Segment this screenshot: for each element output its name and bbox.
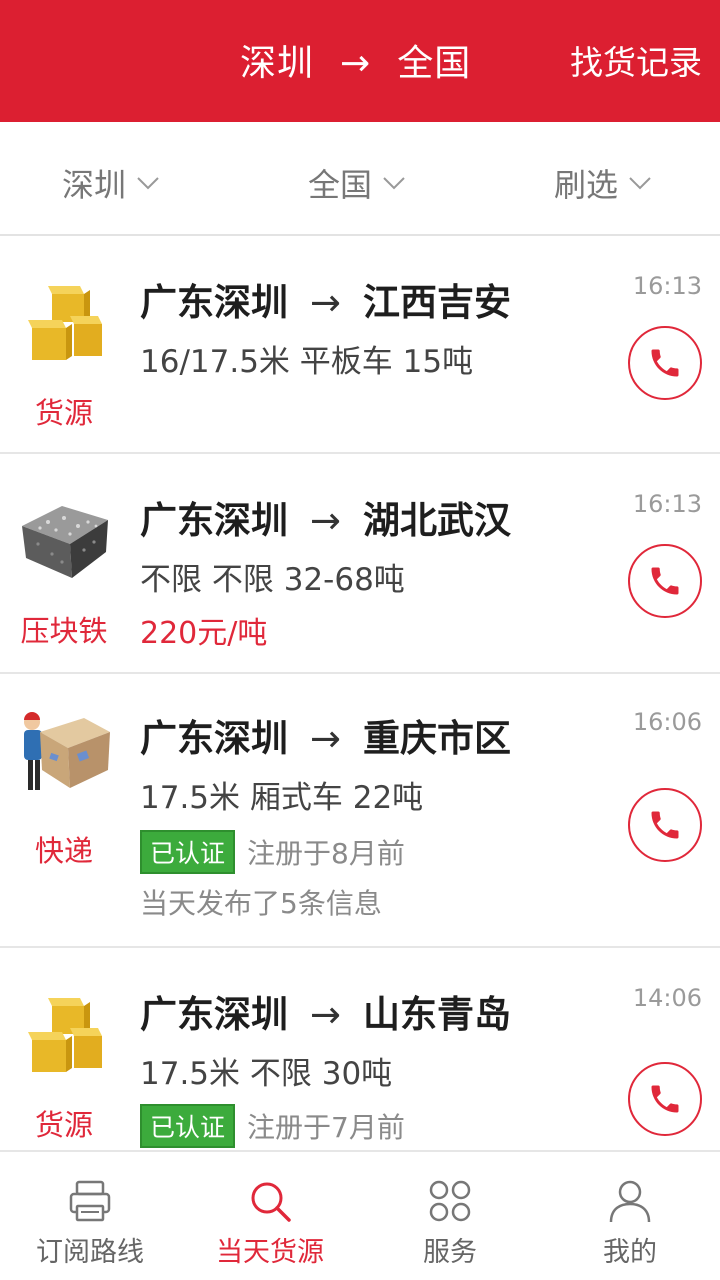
post-time: 14:06	[632, 984, 702, 1012]
phone-icon	[651, 349, 679, 377]
tab-services[interactable]: 服务	[360, 1152, 540, 1280]
route-selector[interactable]: 深圳 → 全国	[240, 34, 471, 86]
list-item[interactable]: 压块铁 广东深圳 → 湖北武汉 不限 不限 32-68吨 220元/吨 16:13	[0, 454, 720, 674]
tab-label: 当天货源	[216, 1237, 324, 1268]
registered-text: 注册于8月前	[247, 837, 405, 870]
bottom-tab-bar: 订阅路线 当天货源 服务 我的	[0, 1150, 720, 1280]
destination-filter-label: 全国	[308, 166, 373, 204]
printer-icon	[69, 1180, 111, 1222]
category-label: 货源	[34, 1108, 93, 1142]
more-filter[interactable]: 刷选	[554, 160, 652, 206]
listing-from: 广东深圳	[140, 281, 288, 324]
vehicle-spec: 17.5米 厢式车 22吨	[140, 780, 424, 816]
vehicle-spec: 16/17.5米 平板车 15吨	[140, 344, 474, 380]
listing-to: 江西吉安	[363, 281, 512, 324]
more-filter-label: 刷选	[554, 166, 619, 204]
chevron-down-icon	[383, 177, 405, 190]
tab-label: 订阅路线	[36, 1237, 144, 1268]
post-time: 16:06	[632, 708, 702, 736]
route-arrow: →	[310, 499, 342, 542]
listing-from: 广东深圳	[140, 993, 288, 1036]
post-time: 16:13	[632, 272, 702, 300]
listing-route: 广东深圳 → 重庆市区	[140, 708, 511, 762]
category-label: 压块铁	[20, 614, 108, 648]
tab-today-cargo[interactable]: 当天货源	[180, 1152, 360, 1280]
listing-from: 广东深圳	[140, 499, 288, 542]
route-from: 深圳	[240, 43, 315, 84]
post-time: 16:13	[632, 490, 702, 518]
top-bar: 深圳 → 全国 找货记录	[0, 0, 720, 122]
call-button[interactable]	[628, 1062, 702, 1136]
list-item[interactable]: 货源 广东深圳 → 山东青岛 17.5米 不限 30吨 已认证 注册于7月前 14:…	[0, 948, 720, 1150]
listing-route: 广东深圳 → 江西吉安	[140, 272, 511, 326]
chevron-down-icon	[137, 177, 159, 190]
listing-to: 重庆市区	[363, 717, 512, 760]
tab-label: 服务	[423, 1237, 477, 1268]
call-button[interactable]	[628, 788, 702, 862]
phone-icon	[651, 811, 679, 839]
phone-icon	[651, 567, 679, 595]
route-arrow: →	[340, 43, 372, 84]
search-icon	[251, 1182, 291, 1222]
vehicle-spec: 不限 不限 32-68吨	[140, 562, 405, 598]
listing-route: 广东深圳 → 山东青岛	[140, 984, 511, 1038]
scrap-block-icon	[22, 506, 108, 578]
boxes-icon	[28, 998, 102, 1072]
list-item[interactable]: 货源 广东深圳 → 江西吉安 16/17.5米 平板车 15吨 16:13	[0, 236, 720, 454]
origin-filter[interactable]: 深圳	[62, 160, 160, 206]
tab-subscribed-routes[interactable]: 订阅路线	[0, 1152, 180, 1280]
vehicle-spec: 17.5米 不限 30吨	[140, 1056, 393, 1092]
user-icon	[609, 1180, 651, 1223]
call-button[interactable]	[628, 544, 702, 618]
listing-to: 湖北武汉	[363, 499, 512, 542]
route-arrow: →	[310, 717, 342, 760]
listing-from: 广东深圳	[140, 717, 288, 760]
grid-icon	[429, 1180, 471, 1222]
call-button[interactable]	[628, 326, 702, 400]
app-root: 深圳 → 全国 找货记录 深圳 全国 刷选 货源 广东深圳 → 江西吉安 16/…	[0, 0, 720, 1280]
list-item[interactable]: 快递 广东深圳 → 重庆市区 17.5米 厢式车 22吨 已认证 注册于8月前 当天…	[0, 674, 720, 948]
route-to: 全国	[397, 43, 472, 84]
route-arrow: →	[310, 281, 342, 324]
tab-mine[interactable]: 我的	[540, 1152, 720, 1280]
verification-row: 已认证 注册于7月前	[140, 1104, 405, 1148]
freight-price: 220元/吨	[140, 616, 268, 651]
category-label: 货源	[34, 396, 93, 430]
registered-text: 注册于7月前	[247, 1111, 405, 1144]
verification-row: 已认证 注册于8月前	[140, 830, 405, 874]
cargo-list: 货源 广东深圳 → 江西吉安 16/17.5米 平板车 15吨 16:13 压块…	[0, 236, 720, 1150]
history-link[interactable]: 找货记录	[570, 36, 702, 84]
tab-label: 我的	[603, 1237, 657, 1268]
filter-bar: 深圳 全国 刷选	[0, 122, 720, 236]
post-count-note: 当天发布了5条信息	[140, 887, 382, 920]
courier-icon	[24, 712, 110, 790]
chevron-down-icon	[629, 177, 651, 190]
route-arrow: →	[310, 993, 342, 1036]
origin-filter-label: 深圳	[62, 166, 127, 204]
listing-to: 山东青岛	[363, 993, 512, 1036]
verified-badge: 已认证	[140, 1104, 236, 1148]
phone-icon	[651, 1085, 679, 1113]
listing-route: 广东深圳 → 湖北武汉	[140, 490, 511, 544]
destination-filter[interactable]: 全国	[308, 160, 406, 206]
verified-badge: 已认证	[140, 830, 236, 874]
category-label: 快递	[34, 834, 93, 868]
boxes-icon	[28, 286, 102, 360]
